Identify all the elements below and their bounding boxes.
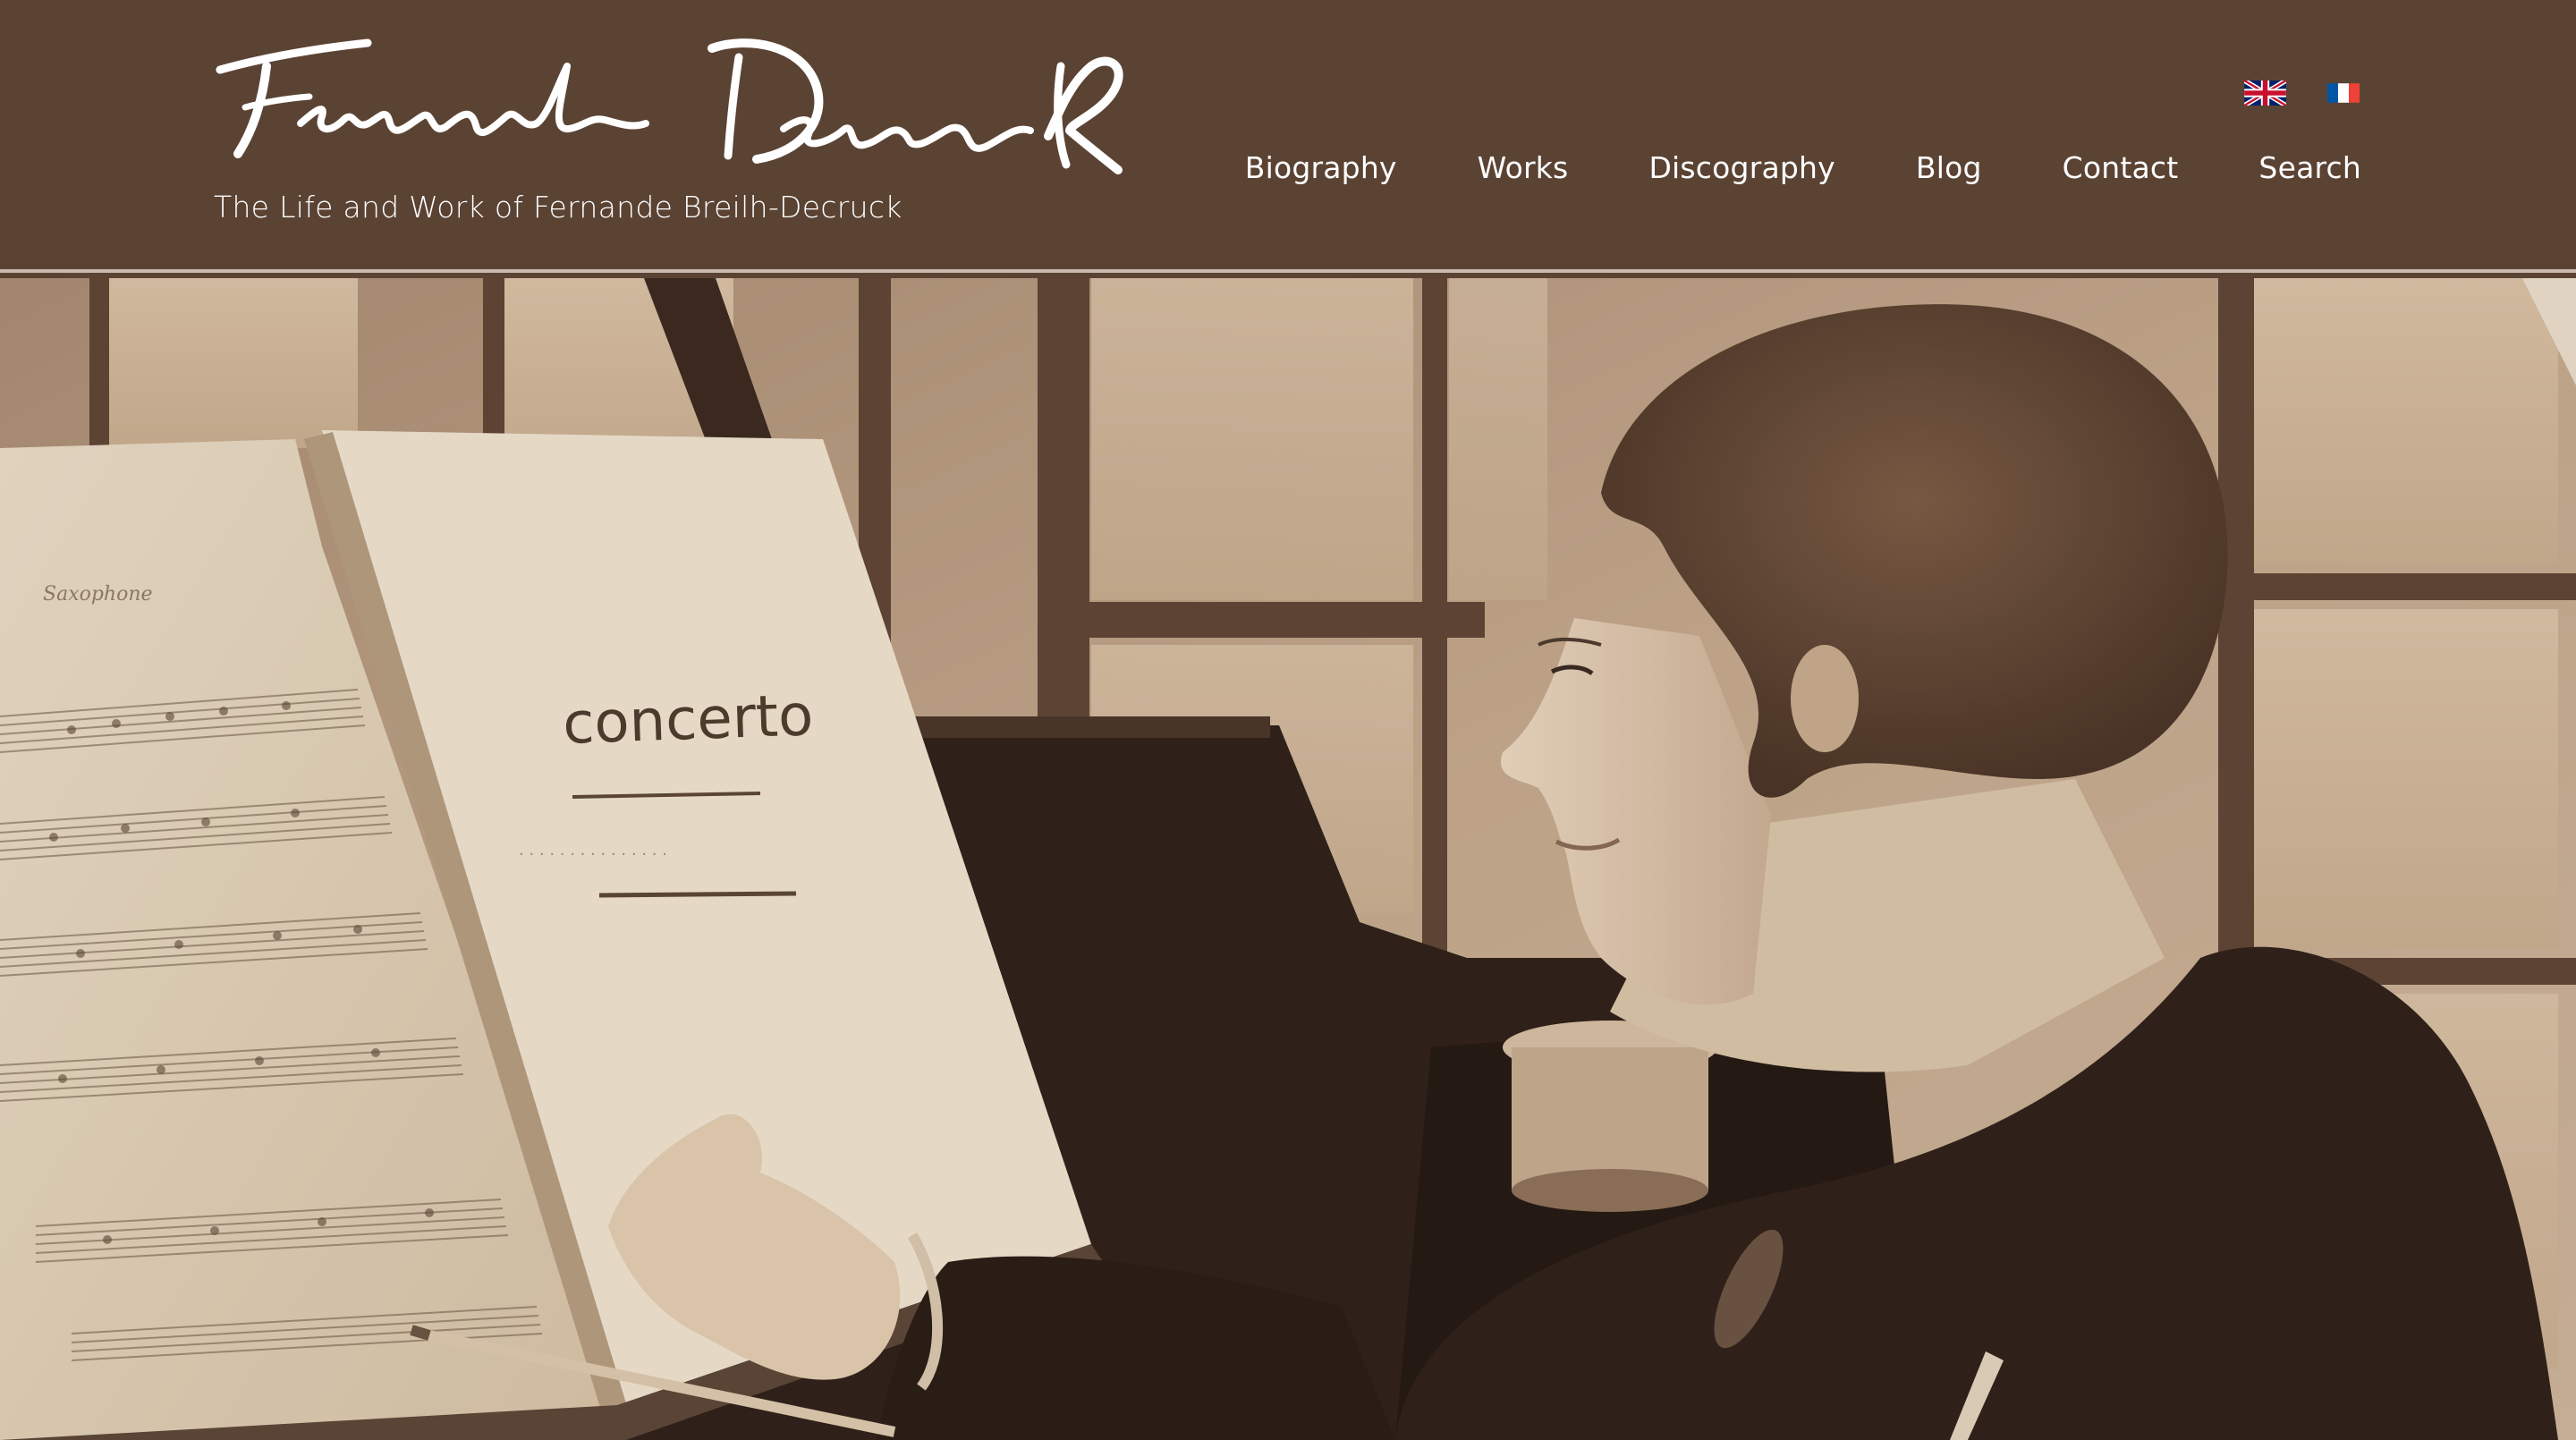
- hero-photo: Saxophone concerto · · · · · · · · · · ·…: [0, 278, 2576, 1440]
- signature-logo[interactable]: [211, 30, 1132, 193]
- page: The Life and Work of Fernande Breilh-Dec…: [0, 0, 2576, 1440]
- site-header: The Life and Work of Fernande Breilh-Dec…: [0, 0, 2576, 269]
- nav-item-search[interactable]: Search: [2258, 150, 2361, 185]
- nav-item-works[interactable]: Works: [1478, 150, 1569, 185]
- french-flag-icon[interactable]: [2327, 80, 2360, 106]
- uk-flag-icon[interactable]: [2244, 80, 2286, 106]
- site-tagline: The Life and Work of Fernande Breilh-Dec…: [214, 190, 902, 224]
- nav-item-biography[interactable]: Biography: [1245, 150, 1397, 185]
- nav-item-blog[interactable]: Blog: [1916, 150, 1982, 185]
- main-nav: Biography Works Discography Blog Contact…: [1245, 150, 2361, 185]
- language-switcher: [2244, 80, 2360, 106]
- nav-item-contact[interactable]: Contact: [2063, 150, 2179, 185]
- nav-item-discography[interactable]: Discography: [1648, 150, 1835, 185]
